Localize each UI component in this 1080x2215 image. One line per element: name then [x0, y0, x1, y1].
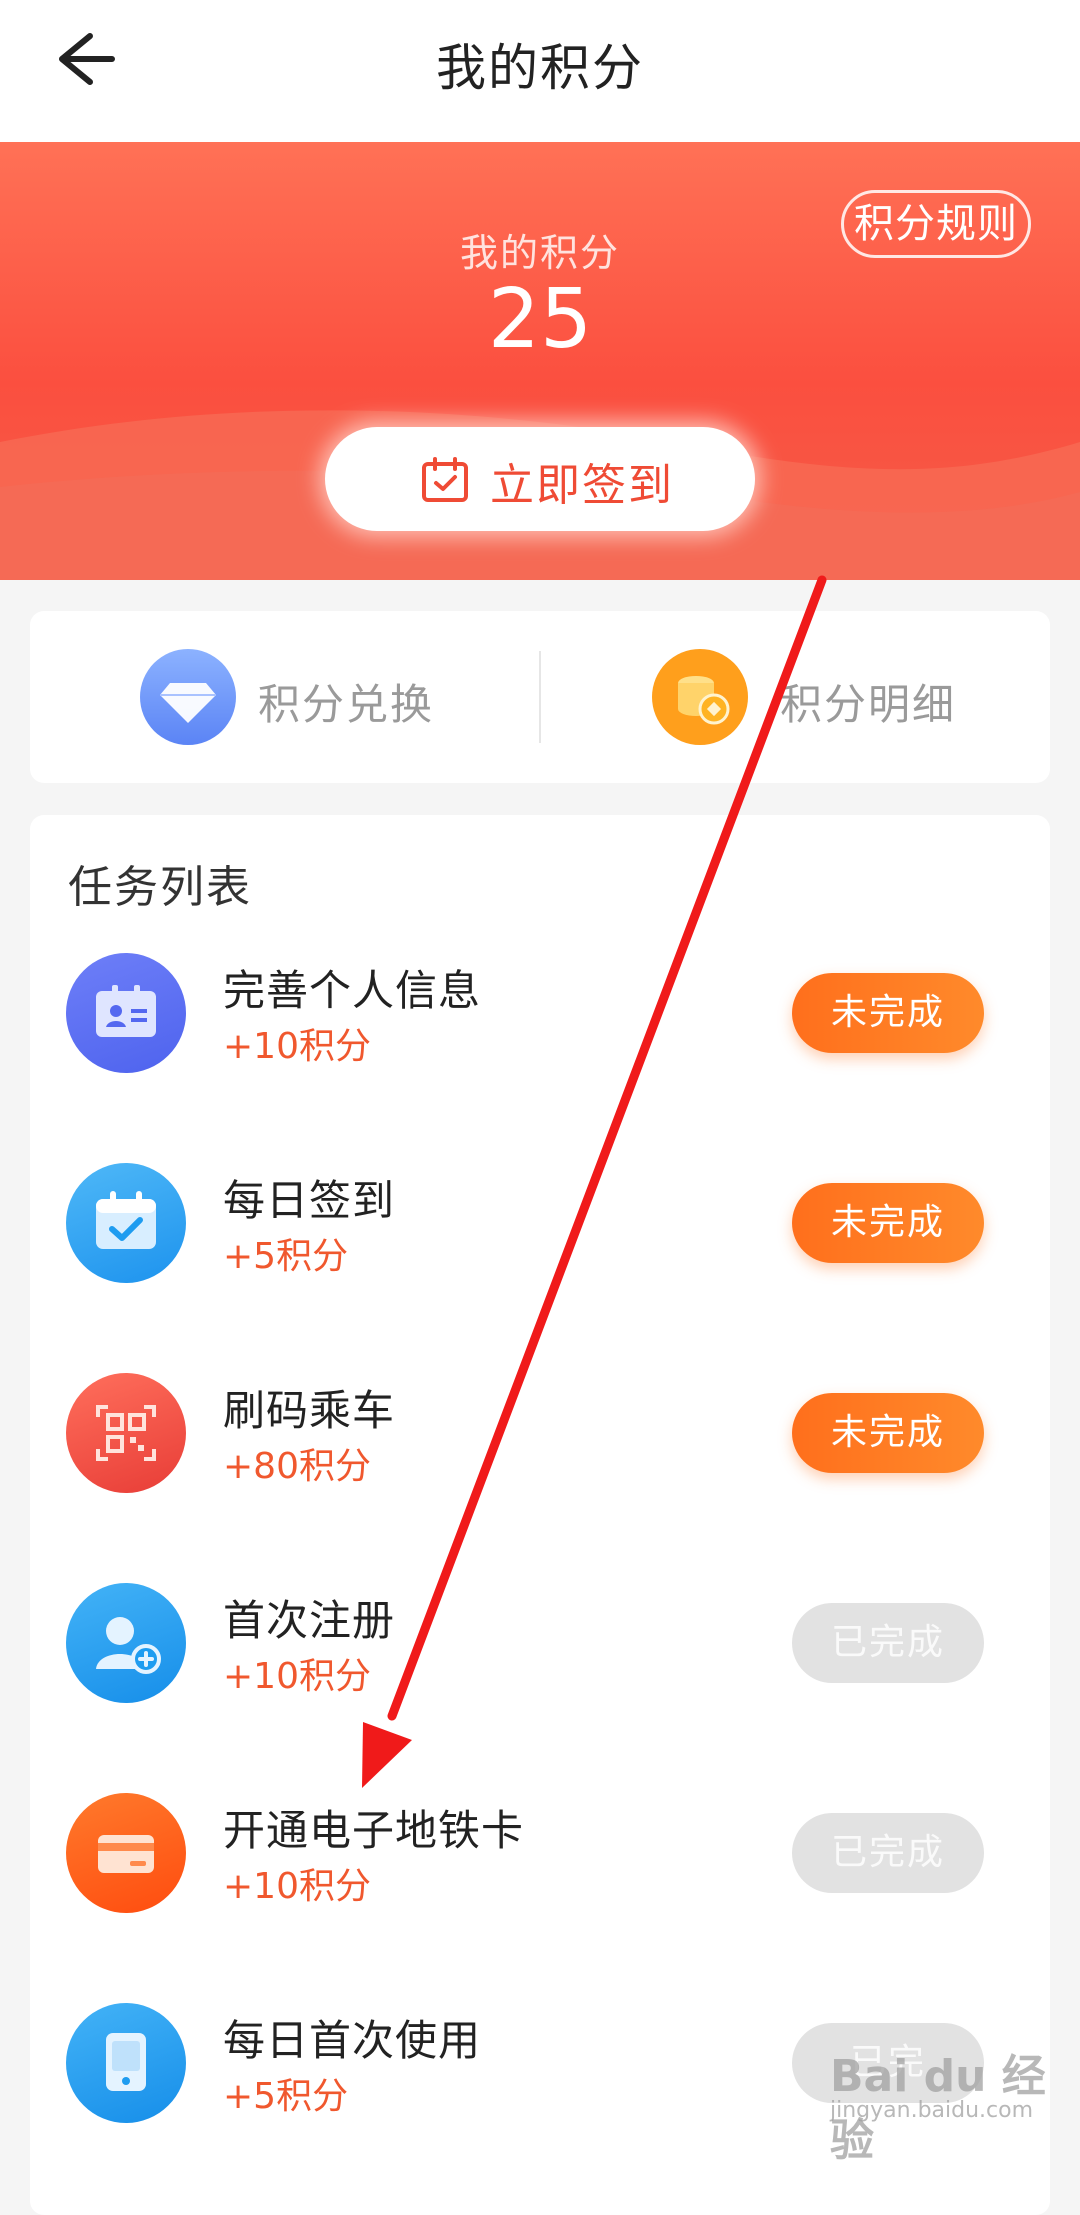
qr-code-icon	[66, 1373, 186, 1493]
points-hero: 积分规则 我的积分 25 立即签到	[0, 142, 1080, 580]
task-name: 首次注册	[223, 1596, 396, 1645]
task-row: 首次注册 +10积分 已完成	[30, 1583, 1050, 1733]
task-points: +10积分	[223, 1866, 371, 1907]
calendar-check-icon	[66, 1163, 186, 1283]
task-list-card: 任务列表 完善个人信息 +10积分 未完成 每日签到 +5积分 未完成 刷码乘车…	[30, 815, 1050, 2215]
task-points: +5积分	[223, 2076, 349, 2117]
task-points: +80积分	[223, 1446, 371, 1487]
quick-links-card: 积分兑换 积分明细	[30, 611, 1050, 783]
task-row: 开通电子地铁卡 +10积分 已完成	[30, 1793, 1050, 1943]
id-card-icon	[66, 953, 186, 1073]
top-bar: 我的积分	[0, 0, 1080, 142]
task-row: 刷码乘车 +80积分 未完成	[30, 1373, 1050, 1523]
task-name: 刷码乘车	[223, 1386, 396, 1435]
task-name: 开通电子地铁卡	[223, 1806, 525, 1855]
task-name: 每日首次使用	[223, 2016, 482, 2065]
task-status-button[interactable]: 未完成	[792, 1393, 984, 1473]
points-exchange-link[interactable]: 积分兑换	[30, 611, 530, 783]
card-icon	[66, 1793, 186, 1913]
quick-link-label: 积分明细	[780, 680, 957, 729]
watermark: Bai du 经验 jingyan.baidu.com	[790, 2030, 1070, 2166]
task-points: +10积分	[223, 1026, 371, 1067]
task-status-button[interactable]: 已完成	[792, 1603, 984, 1683]
points-label: 我的积分	[459, 231, 620, 275]
task-status-button[interactable]: 已完成	[792, 1813, 984, 1893]
task-row: 完善个人信息 +10积分 未完成	[30, 953, 1050, 1103]
diamond-icon	[140, 649, 236, 745]
points-value: 25	[487, 272, 593, 367]
task-status-button[interactable]: 未完成	[792, 973, 984, 1053]
checkin-label: 立即签到	[490, 460, 674, 511]
task-status-button[interactable]: 未完成	[792, 1183, 984, 1263]
task-row: 每日签到 +5积分 未完成	[30, 1163, 1050, 1313]
coins-icon	[652, 649, 748, 745]
calendar-check-icon	[422, 457, 468, 502]
phone-icon	[66, 2003, 186, 2123]
user-add-icon	[66, 1583, 186, 1703]
points-detail-link[interactable]: 积分明细	[540, 611, 1040, 783]
checkin-button[interactable]: 立即签到	[325, 427, 755, 531]
watermark-url: jingyan.baidu.com	[830, 2098, 1034, 2123]
task-points: +5积分	[223, 1236, 349, 1277]
task-points: +10积分	[223, 1656, 371, 1697]
task-name: 完善个人信息	[223, 966, 482, 1015]
task-list-title: 任务列表	[68, 862, 252, 913]
page-title: 我的积分	[436, 39, 644, 97]
task-name: 每日签到	[223, 1176, 396, 1225]
quick-link-label: 积分兑换	[258, 680, 435, 729]
